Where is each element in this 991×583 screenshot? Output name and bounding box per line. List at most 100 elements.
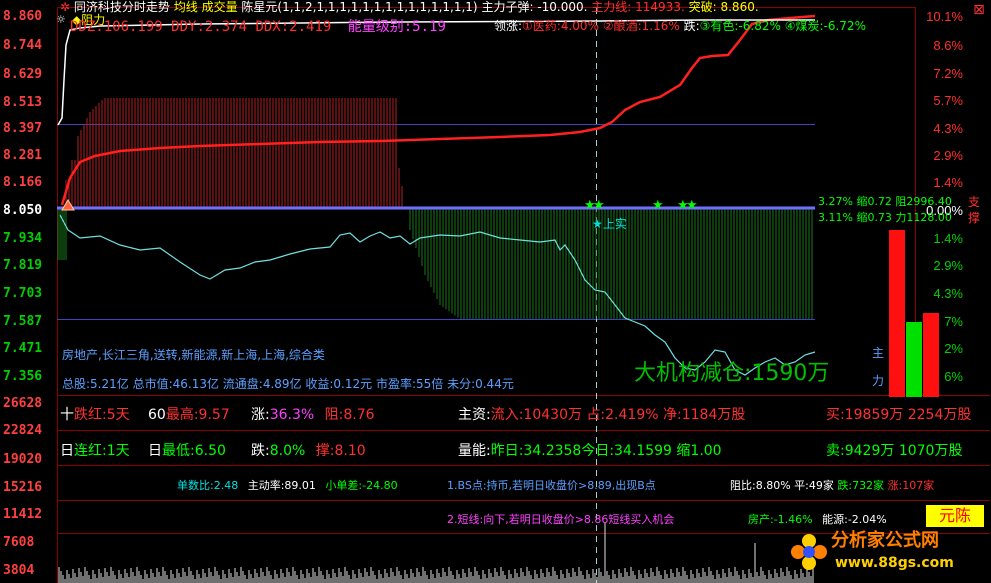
indicator-row: DDZ:106.199 DDY:2.374 DDX:2.419 能量级别:5.1… bbox=[70, 20, 446, 34]
breakout-value: 8.860. bbox=[720, 0, 759, 14]
stock-stats: 总股:5.21亿 总市值:46.13亿 流通盘:4.89亿 收益:0.12元 市… bbox=[62, 377, 514, 391]
support-price: 撑:8.10 bbox=[315, 443, 366, 459]
main-line-label: 主力线: bbox=[591, 0, 632, 14]
pct-tick: 7% bbox=[944, 314, 963, 329]
price-tick: 7.819 bbox=[3, 258, 43, 273]
sector-leaders: 领涨:①医药:4.00% ②酿酒:1.16% 跌:③有色:-6.82% ④煤炭:… bbox=[494, 19, 866, 33]
side-bar-red-1 bbox=[889, 230, 905, 397]
price-tick: 7.703 bbox=[3, 286, 43, 301]
volume-energy: 量能:昨日:34.2358今日:34.1599 缩1.00 bbox=[458, 443, 722, 459]
ddy-value: DDY:2.374 bbox=[171, 19, 248, 35]
price-tick: 8.629 bbox=[3, 67, 43, 82]
watermark-url: www.88gs.com bbox=[835, 555, 954, 571]
support-label-cheng: 撑 bbox=[968, 211, 981, 225]
avg-line-label: 均线 bbox=[173, 0, 198, 14]
sector-tags: 房地产,长江三角,送转,新能源,新上海,上海,综合类 bbox=[62, 348, 325, 362]
price-tick: 8.397 bbox=[3, 121, 43, 136]
share: 占:2.419% bbox=[586, 407, 659, 423]
leader-up-1: ①医药:4.00% bbox=[522, 19, 599, 33]
yesterday-energy: 昨日:34.2358 bbox=[490, 443, 582, 459]
close-icon[interactable]: ⊠ bbox=[971, 2, 987, 18]
pct-tick: 4.3% bbox=[933, 121, 963, 136]
ddx-value: DDX:2.419 bbox=[255, 19, 332, 35]
ddz-value: DDZ:106.199 bbox=[70, 19, 163, 35]
buy-amount: 买:19859万 2254万股 bbox=[826, 407, 972, 423]
chart-canvas: ★ ★ ★ ★ ★ bbox=[57, 7, 990, 583]
info-row-1-zhang: 涨:36.3% 阻:8.76 bbox=[251, 407, 375, 423]
price-tick: 7.471 bbox=[3, 341, 43, 356]
sector-perf: 房产:-1.46% 能源:-2.04% bbox=[748, 513, 887, 526]
formula-name: 陈星元(1,1,2,1,1,1,1,1,1,1,1,1,1,1,1,1,1) bbox=[241, 0, 478, 14]
main-sub-value: -10.000. bbox=[537, 0, 588, 14]
star-marker: ★ bbox=[652, 198, 664, 213]
leader-up-2: ②酿酒:1.16% bbox=[602, 19, 680, 33]
volume-histogram bbox=[58, 523, 814, 583]
short-term-signal: 2.短线:向下,若明日收盘价>8.86短线买入机会 bbox=[447, 513, 675, 526]
price-tick: 8.744 bbox=[3, 38, 43, 53]
main-line-value: 114933. bbox=[635, 0, 685, 14]
pct-tick: 2.9% bbox=[933, 148, 963, 163]
star-marker: ★ bbox=[686, 198, 698, 213]
price-tick: 8.860 bbox=[3, 9, 43, 24]
volume-tick: 15216 bbox=[3, 480, 43, 495]
settings-star-icon[interactable]: ✲ bbox=[60, 0, 70, 14]
inflow: 流入:10430万 bbox=[490, 407, 582, 423]
chen-tag: 元陈 bbox=[926, 505, 984, 527]
price-tick: 8.281 bbox=[3, 148, 43, 163]
side-label-zhu: 主 bbox=[872, 346, 885, 360]
consecutive-up: 连红:1天 bbox=[74, 443, 130, 459]
money-flow-bars-negative bbox=[57, 209, 813, 319]
volume-tick: 22824 bbox=[3, 423, 43, 438]
shrink-ratio: 缩1.00 bbox=[676, 443, 722, 459]
info-row-2: 日连红:1天 bbox=[60, 443, 130, 459]
bs-point: 1.BS点:持币,若明日收盘价>8.89,出现B点 bbox=[447, 479, 656, 492]
info-row-2-die: 跌:8.0% 撑:8.10 bbox=[251, 443, 366, 459]
star-marker: ★ bbox=[593, 198, 605, 213]
support-label-zhi: 支 bbox=[968, 195, 981, 209]
order-ratio: 单数比:2.48 bbox=[177, 479, 239, 492]
volume-tick: 11412 bbox=[3, 507, 43, 522]
net: 净:1184万股 bbox=[663, 407, 746, 423]
price-tick: 8.166 bbox=[3, 175, 43, 190]
active-rate: 主动率:89.01 bbox=[247, 479, 316, 492]
pct-tick: 2% bbox=[944, 341, 963, 356]
flower-logo-icon bbox=[791, 534, 827, 570]
main-capital: 主资:流入:10430万 占:2.419% 净:1184万股 bbox=[458, 407, 746, 423]
pct-tick: 7.2% bbox=[933, 66, 963, 81]
sun-icon: ☼ bbox=[56, 13, 66, 26]
intraday-chart-window: ★ ★ ★ ★ ★ 8.860 8.744 8.629 8.513 8.397 … bbox=[0, 0, 991, 583]
volume-tick: 26628 bbox=[3, 396, 43, 411]
high-60: 最高:9.57 bbox=[165, 407, 230, 423]
pct-tick: 5.7% bbox=[933, 93, 963, 108]
price-tick: 7.356 bbox=[3, 369, 43, 384]
buy-stat-bottom: 3.11% 缩0.73 力1128.00 bbox=[818, 211, 952, 224]
sell-amount: 卖:9429万 1070万股 bbox=[826, 443, 963, 459]
volume-label: 成交量 bbox=[201, 0, 238, 14]
side-bar-green bbox=[906, 322, 922, 397]
price-tick-prev-close: 8.050 bbox=[3, 203, 43, 218]
pct-tick: 10.1% bbox=[926, 9, 963, 24]
price-line bbox=[57, 19, 815, 126]
volume-tick: 19020 bbox=[3, 452, 43, 467]
big-org-reduction: 大机构减仓:1590万 bbox=[634, 361, 830, 386]
volume-tick: 7608 bbox=[3, 535, 35, 550]
buy-stat-top: 3.27% 缩0.72 阻2996.40 bbox=[818, 195, 952, 208]
pct-tick: 8.6% bbox=[933, 38, 963, 53]
price-tick: 8.513 bbox=[3, 95, 43, 110]
pct-tick: 1.4% bbox=[933, 175, 963, 190]
info-row-3: 单数比:2.48 主动率:89.01 小单差:-24.80 bbox=[177, 480, 398, 491]
energy-level: 能量级别:5.19 bbox=[347, 19, 446, 35]
info-row-1-high: 60最高:9.57 bbox=[148, 407, 230, 423]
resistance-price: 阻:8.76 bbox=[324, 407, 375, 423]
info-row-1: 十跌红:5天 bbox=[60, 407, 130, 423]
pct-tick: 2.9% bbox=[933, 258, 963, 273]
info-row-2-low: 日最低:6.50 bbox=[148, 443, 226, 459]
price-tick: 7.934 bbox=[3, 231, 43, 246]
chart-header: ✲ 同济科技分时走势 均线 成交量 陈星元(1,1,2,1,1,1,1,1,1,… bbox=[60, 1, 759, 13]
pct-tick: 4.3% bbox=[933, 286, 963, 301]
small-order-diff: 小单差:-24.80 bbox=[325, 479, 398, 492]
price-tick: 7.587 bbox=[3, 314, 43, 329]
breakout-label: 突破: bbox=[688, 0, 717, 14]
average-price-line bbox=[60, 14, 816, 206]
pct-tick: 1.4% bbox=[933, 231, 963, 246]
